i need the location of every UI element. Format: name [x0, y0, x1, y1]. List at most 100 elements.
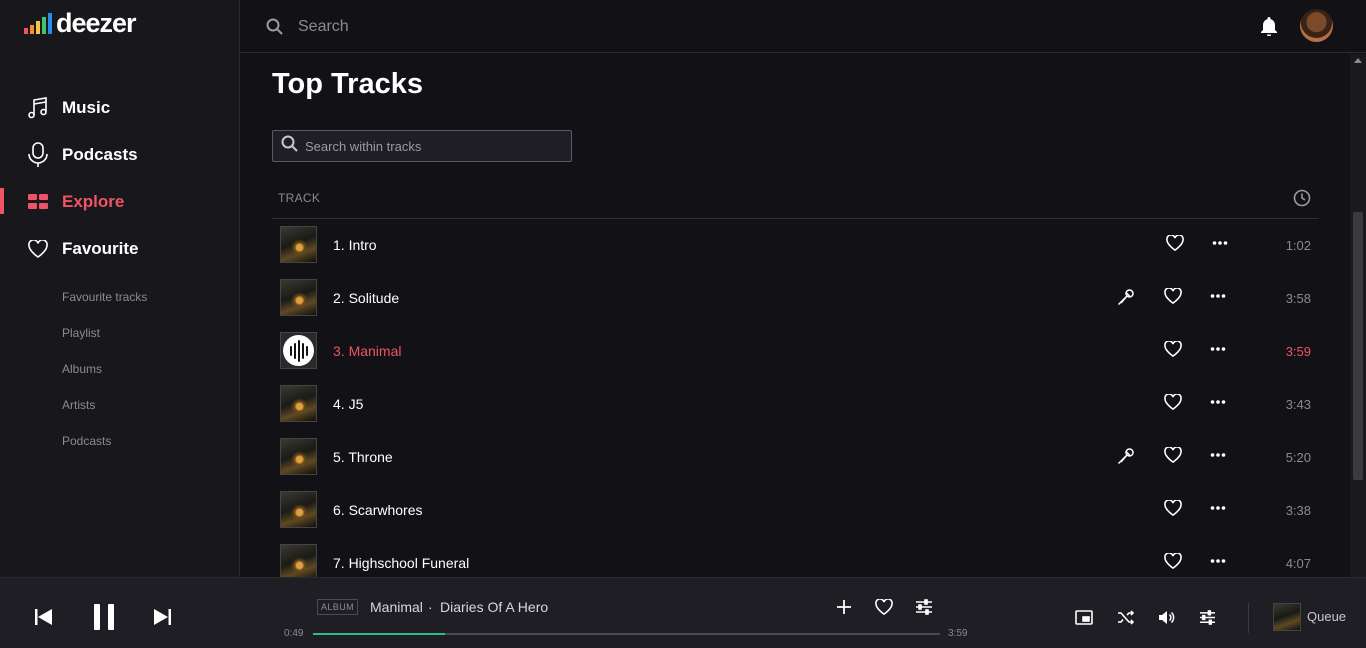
search-input[interactable] [298, 14, 898, 40]
more-options-icon[interactable] [1210, 447, 1226, 468]
heart-icon[interactable] [1166, 234, 1184, 256]
main-content: Top Tracks TRACK 1. Intro 1:02 2. Solitude… [240, 54, 1350, 577]
sidebar-item-favourite[interactable]: Favourite [0, 225, 240, 272]
scroll-up-icon[interactable] [1354, 58, 1362, 63]
search-icon [281, 135, 299, 158]
total-time: 3:59 [948, 628, 968, 639]
more-options-icon[interactable] [1210, 394, 1226, 415]
previous-icon[interactable] [34, 608, 54, 631]
track-title[interactable]: 4. J5 [333, 396, 363, 412]
search-icon [266, 18, 284, 41]
pause-icon[interactable] [92, 604, 116, 635]
more-options-icon[interactable] [1210, 500, 1226, 521]
heart-icon[interactable] [1164, 552, 1182, 574]
equalizer-settings-icon[interactable] [915, 599, 933, 620]
tracks-list: 1. Intro 1:02 2. Solitude 3:58 3. Manimal 3:5… [272, 219, 1319, 577]
track-duration: 4:07 [1285, 556, 1311, 571]
track-cover[interactable] [280, 438, 317, 475]
scrollbar-thumb[interactable] [1353, 212, 1363, 480]
volume-icon[interactable] [1158, 610, 1175, 630]
more-options-icon[interactable] [1210, 288, 1226, 309]
track-duration: 3:38 [1285, 503, 1311, 518]
sidebar-item-podcasts[interactable]: Podcasts [0, 131, 240, 178]
track-cover[interactable] [280, 385, 317, 422]
track-search-box[interactable] [272, 130, 572, 162]
more-options-icon[interactable] [1210, 553, 1226, 574]
main-nav: Music Podcasts Explore Favourite [0, 84, 240, 272]
subnav-favourite-tracks[interactable]: Favourite tracks [62, 285, 147, 321]
subnav-artists[interactable]: Artists [62, 393, 147, 429]
track-row[interactable]: 1. Intro 1:02 [272, 219, 1319, 272]
page-title: Top Tracks [272, 68, 423, 100]
track-title[interactable]: 7. Highschool Funeral [333, 555, 469, 571]
more-options-icon[interactable] [1212, 235, 1228, 256]
add-icon[interactable] [836, 599, 852, 620]
track-duration: 3:59 [1285, 344, 1311, 359]
sound-wave-icon [283, 335, 314, 366]
track-title[interactable]: 2. Solitude [333, 290, 399, 306]
divider [1248, 603, 1249, 633]
sidebar-item-label: Favourite [62, 238, 139, 258]
track-row[interactable]: 3. Manimal 3:59 [272, 325, 1319, 378]
now-playing-title[interactable]: Manimal [370, 599, 423, 615]
scrollbar[interactable] [1350, 54, 1366, 577]
track-row[interactable]: 6. Scarwhores 3:38 [272, 484, 1319, 537]
bell-icon[interactable] [1260, 16, 1278, 41]
app: deezer Music Podcasts Explore Favourite … [0, 0, 1366, 648]
subnav-podcasts[interactable]: Podcasts [62, 429, 147, 465]
track-cover[interactable] [280, 226, 317, 263]
track-duration: 1:02 [1285, 238, 1311, 253]
avatar[interactable] [1300, 9, 1333, 42]
player-bar: ALBUM Manimal · Diaries Of A Hero 0:49 3… [0, 577, 1366, 648]
track-row[interactable]: 7. Highschool Funeral 4:07 [272, 537, 1319, 577]
track-title[interactable]: 6. Scarwhores [333, 502, 422, 518]
title-separator: · [428, 599, 433, 615]
queue-button[interactable]: Queue [1307, 609, 1346, 624]
track-cover[interactable] [280, 544, 317, 577]
track-cover[interactable] [280, 279, 317, 316]
deezer-logo[interactable]: deezer [24, 8, 137, 38]
microphone-icon [26, 141, 50, 167]
favourite-subnav: Favourite tracks Playlist Albums Artists… [62, 285, 147, 465]
lyrics-icon[interactable] [1117, 447, 1135, 470]
tracks-header: TRACK [272, 186, 1319, 219]
heart-icon[interactable] [1164, 446, 1182, 468]
track-title[interactable]: 1. Intro [333, 237, 377, 253]
track-search-input[interactable] [305, 138, 555, 154]
heart-icon[interactable] [1164, 287, 1182, 309]
audio-settings-icon[interactable] [1199, 610, 1216, 630]
sidebar-item-music[interactable]: Music [0, 84, 240, 131]
heart-icon[interactable] [1164, 393, 1182, 415]
track-title[interactable]: 3. Manimal [333, 343, 401, 359]
track-row[interactable]: 2. Solitude 3:58 [272, 272, 1319, 325]
lyrics-icon[interactable] [1117, 288, 1135, 311]
logo-bars [24, 12, 52, 34]
shuffle-icon[interactable] [1117, 610, 1135, 630]
now-playing-artist[interactable]: Diaries Of A Hero [440, 599, 548, 615]
clock-icon[interactable] [1293, 189, 1311, 212]
subnav-albums[interactable]: Albums [62, 357, 147, 393]
track-row[interactable]: 4. J5 3:43 [272, 378, 1319, 431]
more-options-icon[interactable] [1210, 341, 1226, 362]
progress-bar[interactable] [313, 633, 940, 635]
elapsed-time: 0:49 [284, 628, 304, 639]
sidebar-item-label: Explore [62, 191, 125, 211]
subnav-playlist[interactable]: Playlist [62, 321, 147, 357]
track-title[interactable]: 5. Throne [333, 449, 393, 465]
sidebar: deezer Music Podcasts Explore Favourite … [0, 0, 240, 577]
heart-icon[interactable] [1164, 340, 1182, 362]
next-icon[interactable] [152, 608, 172, 631]
now-playing-cover[interactable] [280, 332, 317, 369]
column-track-header[interactable]: TRACK [278, 191, 320, 205]
track-cover[interactable] [280, 491, 317, 528]
track-duration: 3:58 [1285, 291, 1311, 306]
track-duration: 5:20 [1285, 450, 1311, 465]
logo-text: deezer [56, 8, 137, 38]
sidebar-item-explore[interactable]: Explore [0, 178, 240, 225]
mini-player-icon[interactable] [1075, 610, 1093, 630]
heart-icon[interactable] [1164, 499, 1182, 521]
heart-icon[interactable] [875, 598, 893, 620]
track-row[interactable]: 5. Throne 5:20 [272, 431, 1319, 484]
queue-album-cover[interactable] [1273, 603, 1301, 631]
topbar [240, 0, 1366, 53]
